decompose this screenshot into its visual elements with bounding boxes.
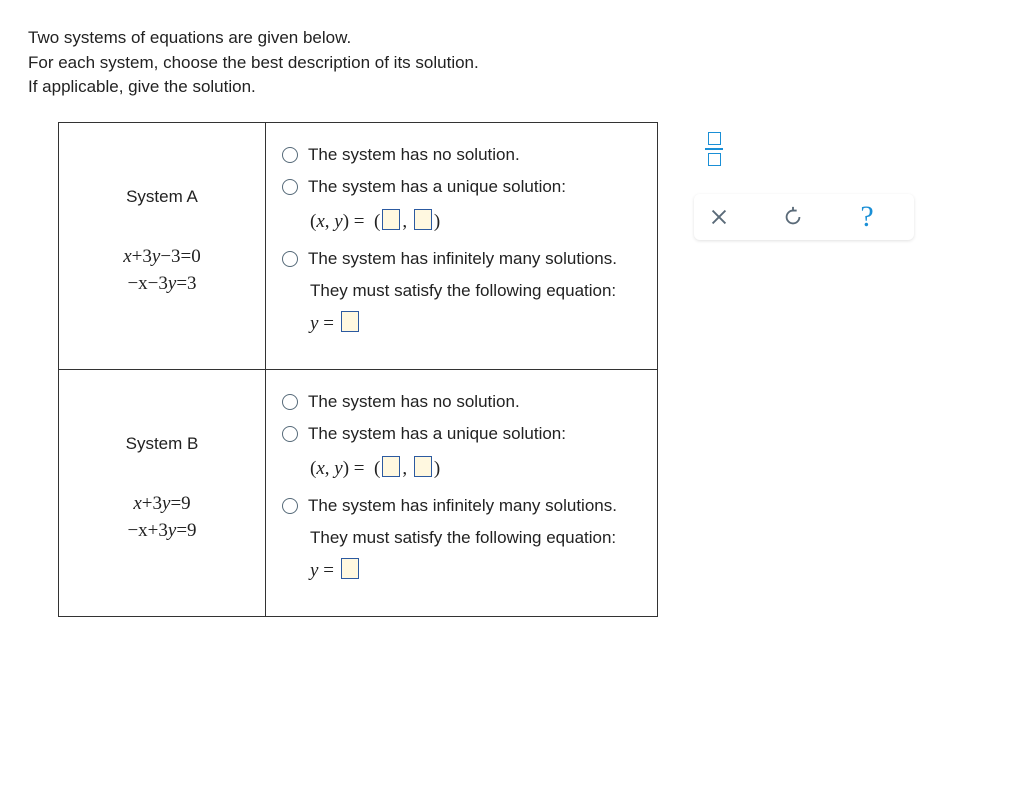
radio-b-unique[interactable] [282,426,298,442]
system-b-eq1: x+3y=9 [67,490,257,518]
opt-label: The system has a unique solution: [308,424,566,444]
reset-icon [782,206,804,228]
fraction-button[interactable] [702,132,726,166]
xy-input-b: (x, y) = (, ) [310,456,641,480]
opt-label: The system has infinitely many solutions… [308,249,617,269]
close-icon [708,206,730,228]
x-slot[interactable] [382,456,400,477]
system-b-label: System B [67,434,257,454]
help-button[interactable]: ? [848,198,886,236]
close-button[interactable] [700,198,738,236]
y-slot[interactable] [414,456,432,477]
reset-button[interactable] [774,198,812,236]
radio-b-no-solution[interactable] [282,394,298,410]
opt-label: The system has no solution. [308,145,520,165]
instruction-line: Two systems of equations are given below… [28,26,996,51]
system-a-label: System A [67,187,257,207]
radio-a-unique[interactable] [282,179,298,195]
opt-label: The system has a unique solution: [308,177,566,197]
y-eq-b: y = [310,558,641,582]
follow-text: They must satisfy the following equation… [310,528,641,548]
instruction-line: For each system, choose the best descrip… [28,51,996,76]
system-b-eq2: −x+3y=9 [67,517,257,545]
help-icon: ? [860,200,873,234]
instructions: Two systems of equations are given below… [28,26,996,100]
system-b-options: The system has no solution. The system h… [266,369,658,616]
x-slot[interactable] [382,209,400,230]
radio-a-no-solution[interactable] [282,147,298,163]
radio-b-inf[interactable] [282,498,298,514]
follow-text: They must satisfy the following equation… [310,281,641,301]
y-expr-slot[interactable] [341,558,359,579]
y-slot[interactable] [414,209,432,230]
fraction-icon [708,132,721,145]
y-expr-slot[interactable] [341,311,359,332]
system-a-eq1: x+3y−3=0 [67,243,257,271]
system-a-cell: System A x+3y−3=0 −x−3y=3 [59,122,266,369]
systems-table: System A x+3y−3=0 −x−3y=3 The system has… [58,122,658,617]
tool-palette: ? [694,122,914,268]
y-eq-a: y = [310,311,641,335]
instruction-line: If applicable, give the solution. [28,75,996,100]
xy-input-a: (x, y) = (, ) [310,209,641,233]
opt-label: The system has no solution. [308,392,520,412]
system-a-options: The system has no solution. The system h… [266,122,658,369]
system-a-eq2: −x−3y=3 [67,270,257,298]
radio-a-inf[interactable] [282,251,298,267]
system-b-cell: System B x+3y=9 −x+3y=9 [59,369,266,616]
opt-label: The system has infinitely many solutions… [308,496,617,516]
